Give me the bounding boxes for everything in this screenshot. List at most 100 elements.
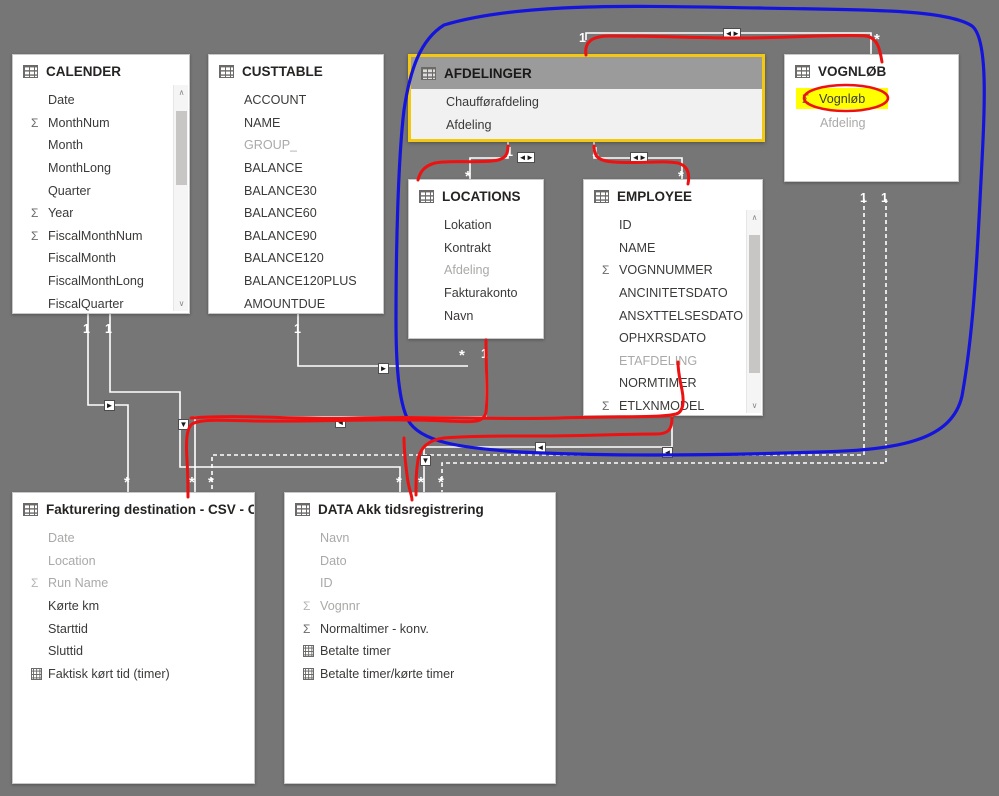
relationship-direction-badge[interactable]: ◄ [335,417,346,428]
table-card-data-akk[interactable]: DATA Akk tidsregistrering Navn Dato ID Σ Vogn… [284,492,556,784]
scroll-up-chevron-icon[interactable]: ∧ [174,85,189,100]
field-row[interactable]: Sluttid [13,640,254,663]
field-row[interactable]: Location [13,550,254,573]
field-row[interactable]: Σ Vognløb [785,89,958,112]
field-row[interactable]: Σ Vognnr [285,595,555,618]
field-row[interactable]: GROUP_ [209,134,383,157]
field-row[interactable]: Betalte timer [285,640,555,663]
table-header-data-akk[interactable]: DATA Akk tidsregistrering [285,493,555,525]
field-row[interactable]: Date [13,527,254,550]
field-row[interactable]: FiscalMonthLong [13,270,189,293]
field-row[interactable]: Lokation [409,214,543,237]
field-row[interactable]: Fakturakonto [409,282,543,305]
table-header-calender[interactable]: CALENDER [13,55,189,87]
scroll-down-chevron-icon[interactable]: ∨ [174,296,189,311]
field-row[interactable]: ANSXTTELSESDATO [584,304,762,327]
rel-afdelinger-locations [469,142,509,179]
field-row[interactable]: NAME [209,112,383,135]
table-header-afdelinger[interactable]: AFDELINGER [411,57,762,89]
table-card-locations[interactable]: LOCATIONS Lokation Kontrakt Afdeling Faktura… [408,179,544,339]
rel-employee-dataakk [423,416,673,492]
scroll-up-chevron-icon[interactable]: ∧ [747,210,762,225]
field-row[interactable]: ACCOUNT [209,89,383,112]
relationship-direction-badge[interactable]: ▼ [178,419,189,430]
field-row[interactable]: BALANCE90 [209,225,383,248]
field-row[interactable]: Chaufførafdeling [411,91,762,114]
field-label: MonthLong [48,161,112,176]
field-list-scrollbar[interactable]: ∧ ∨ [746,210,761,413]
relationship-direction-badge[interactable]: ◄ [535,442,546,453]
table-icon [594,190,609,203]
field-row[interactable]: Afdeling [409,259,543,282]
field-row[interactable]: FiscalQuarter [13,292,189,313]
field-row[interactable]: Quarter [13,179,189,202]
scrollbar-thumb[interactable] [749,235,760,373]
field-label: ID [619,218,632,233]
field-row[interactable]: Month [13,134,189,157]
table-header-fakturering[interactable]: Fakturering destination - CSV - OV [13,493,254,525]
scroll-down-chevron-icon[interactable]: ∨ [747,398,762,413]
field-row[interactable]: Σ Normaltimer - konv. [285,617,555,640]
field-row[interactable]: Kørte km [13,595,254,618]
table-card-custtable[interactable]: CUSTTABLE ACCOUNT NAME GROUP_ BALANCE BALANCE… [208,54,384,314]
relationship-direction-badge[interactable]: ► [378,363,389,374]
relationship-direction-badge[interactable]: ◄► [517,152,535,163]
field-row[interactable]: ETAFDELING [584,350,762,373]
field-row[interactable]: BALANCE120 [209,247,383,270]
field-row[interactable]: ID [584,214,762,237]
field-row[interactable]: Σ Year [13,202,189,225]
relationship-direction-badge[interactable]: ▼ [420,455,431,466]
field-list-scrollbar[interactable]: ∧ ∨ [173,85,188,311]
table-header-locations[interactable]: LOCATIONS [409,180,543,212]
field-row[interactable]: Afdeling [785,112,958,135]
field-row[interactable]: ANCINITETSDATO [584,282,762,305]
relationship-direction-badge[interactable]: ► [104,400,115,411]
calculator-glyph [303,645,314,658]
field-row[interactable]: MonthLong [13,157,189,180]
table-card-fakturering[interactable]: Fakturering destination - CSV - OV Date Lo… [12,492,255,784]
field-row[interactable]: Σ VOGNNUMMER [584,259,762,282]
field-row[interactable]: Σ Run Name [13,572,254,595]
cardinality-label: 1 [294,322,301,336]
table-card-afdelinger[interactable]: AFDELINGER Chaufførafdeling Afdeling [408,54,765,142]
scrollbar-thumb[interactable] [176,111,187,185]
table-header-custtable[interactable]: CUSTTABLE [209,55,383,87]
sigma-icon: Σ [803,93,811,108]
field-row[interactable]: Dato [285,550,555,573]
field-row[interactable]: AMOUNTDUE [209,292,383,313]
field-row[interactable]: Betalte timer/kørte timer [285,663,555,686]
field-row[interactable]: Navn [285,527,555,550]
relationship-direction-badge[interactable]: ◄ [662,447,673,458]
table-header-employee[interactable]: EMPLOYEE [584,180,762,212]
field-row[interactable]: BALANCE120PLUS [209,270,383,293]
field-row[interactable]: NORMTIMER [584,372,762,395]
field-row[interactable]: BALANCE [209,157,383,180]
relationship-direction-badge[interactable]: ◄► [630,152,648,163]
field-row[interactable]: Kontrakt [409,237,543,260]
field-row[interactable]: Date [13,89,189,112]
field-row[interactable]: FiscalMonth [13,247,189,270]
cardinality-label: 1 [881,191,888,205]
field-row[interactable]: OPHXRSDATO [584,327,762,350]
model-view-canvas[interactable]: 1 * * 1 1 1 * * 1 1 1 * * * * * * 1 1 ◄► ◄► ◄► ► ▼ ► ◄ ▼ ◄ ◄ CALEND… [0,0,999,796]
field-label: NAME [244,115,281,130]
field-row[interactable]: BALANCE30 [209,179,383,202]
table-header-vognlob[interactable]: VOGNLØB [785,55,958,87]
field-row[interactable]: Σ MonthNum [13,112,189,135]
field-row[interactable]: Σ ETLXNMODEL [584,395,762,415]
field-row[interactable]: NAME [584,237,762,260]
table-card-employee[interactable]: EMPLOYEE ID NAME Σ VOGNNUMMER ANCINITETSDATO A… [583,179,763,416]
field-row[interactable]: Navn [409,304,543,327]
relationship-direction-badge[interactable]: ◄► [723,28,741,39]
field-row[interactable]: Afdeling [411,114,762,137]
field-row[interactable]: Faktisk kørt tid (timer) [13,663,254,686]
table-card-calender[interactable]: CALENDER Date Σ MonthNum Month MonthLong Quart… [12,54,190,314]
field-label: Navn [320,531,350,546]
field-row[interactable]: ID [285,572,555,595]
field-row[interactable]: Starttid [13,617,254,640]
field-row[interactable]: Σ FiscalMonthNum [13,225,189,248]
field-row[interactable]: BALANCE60 [209,202,383,225]
field-label: Starttid [48,621,88,636]
table-title: LOCATIONS [442,189,521,204]
table-card-vognlob[interactable]: VOGNLØB Σ Vognløb Afdeling [784,54,959,182]
